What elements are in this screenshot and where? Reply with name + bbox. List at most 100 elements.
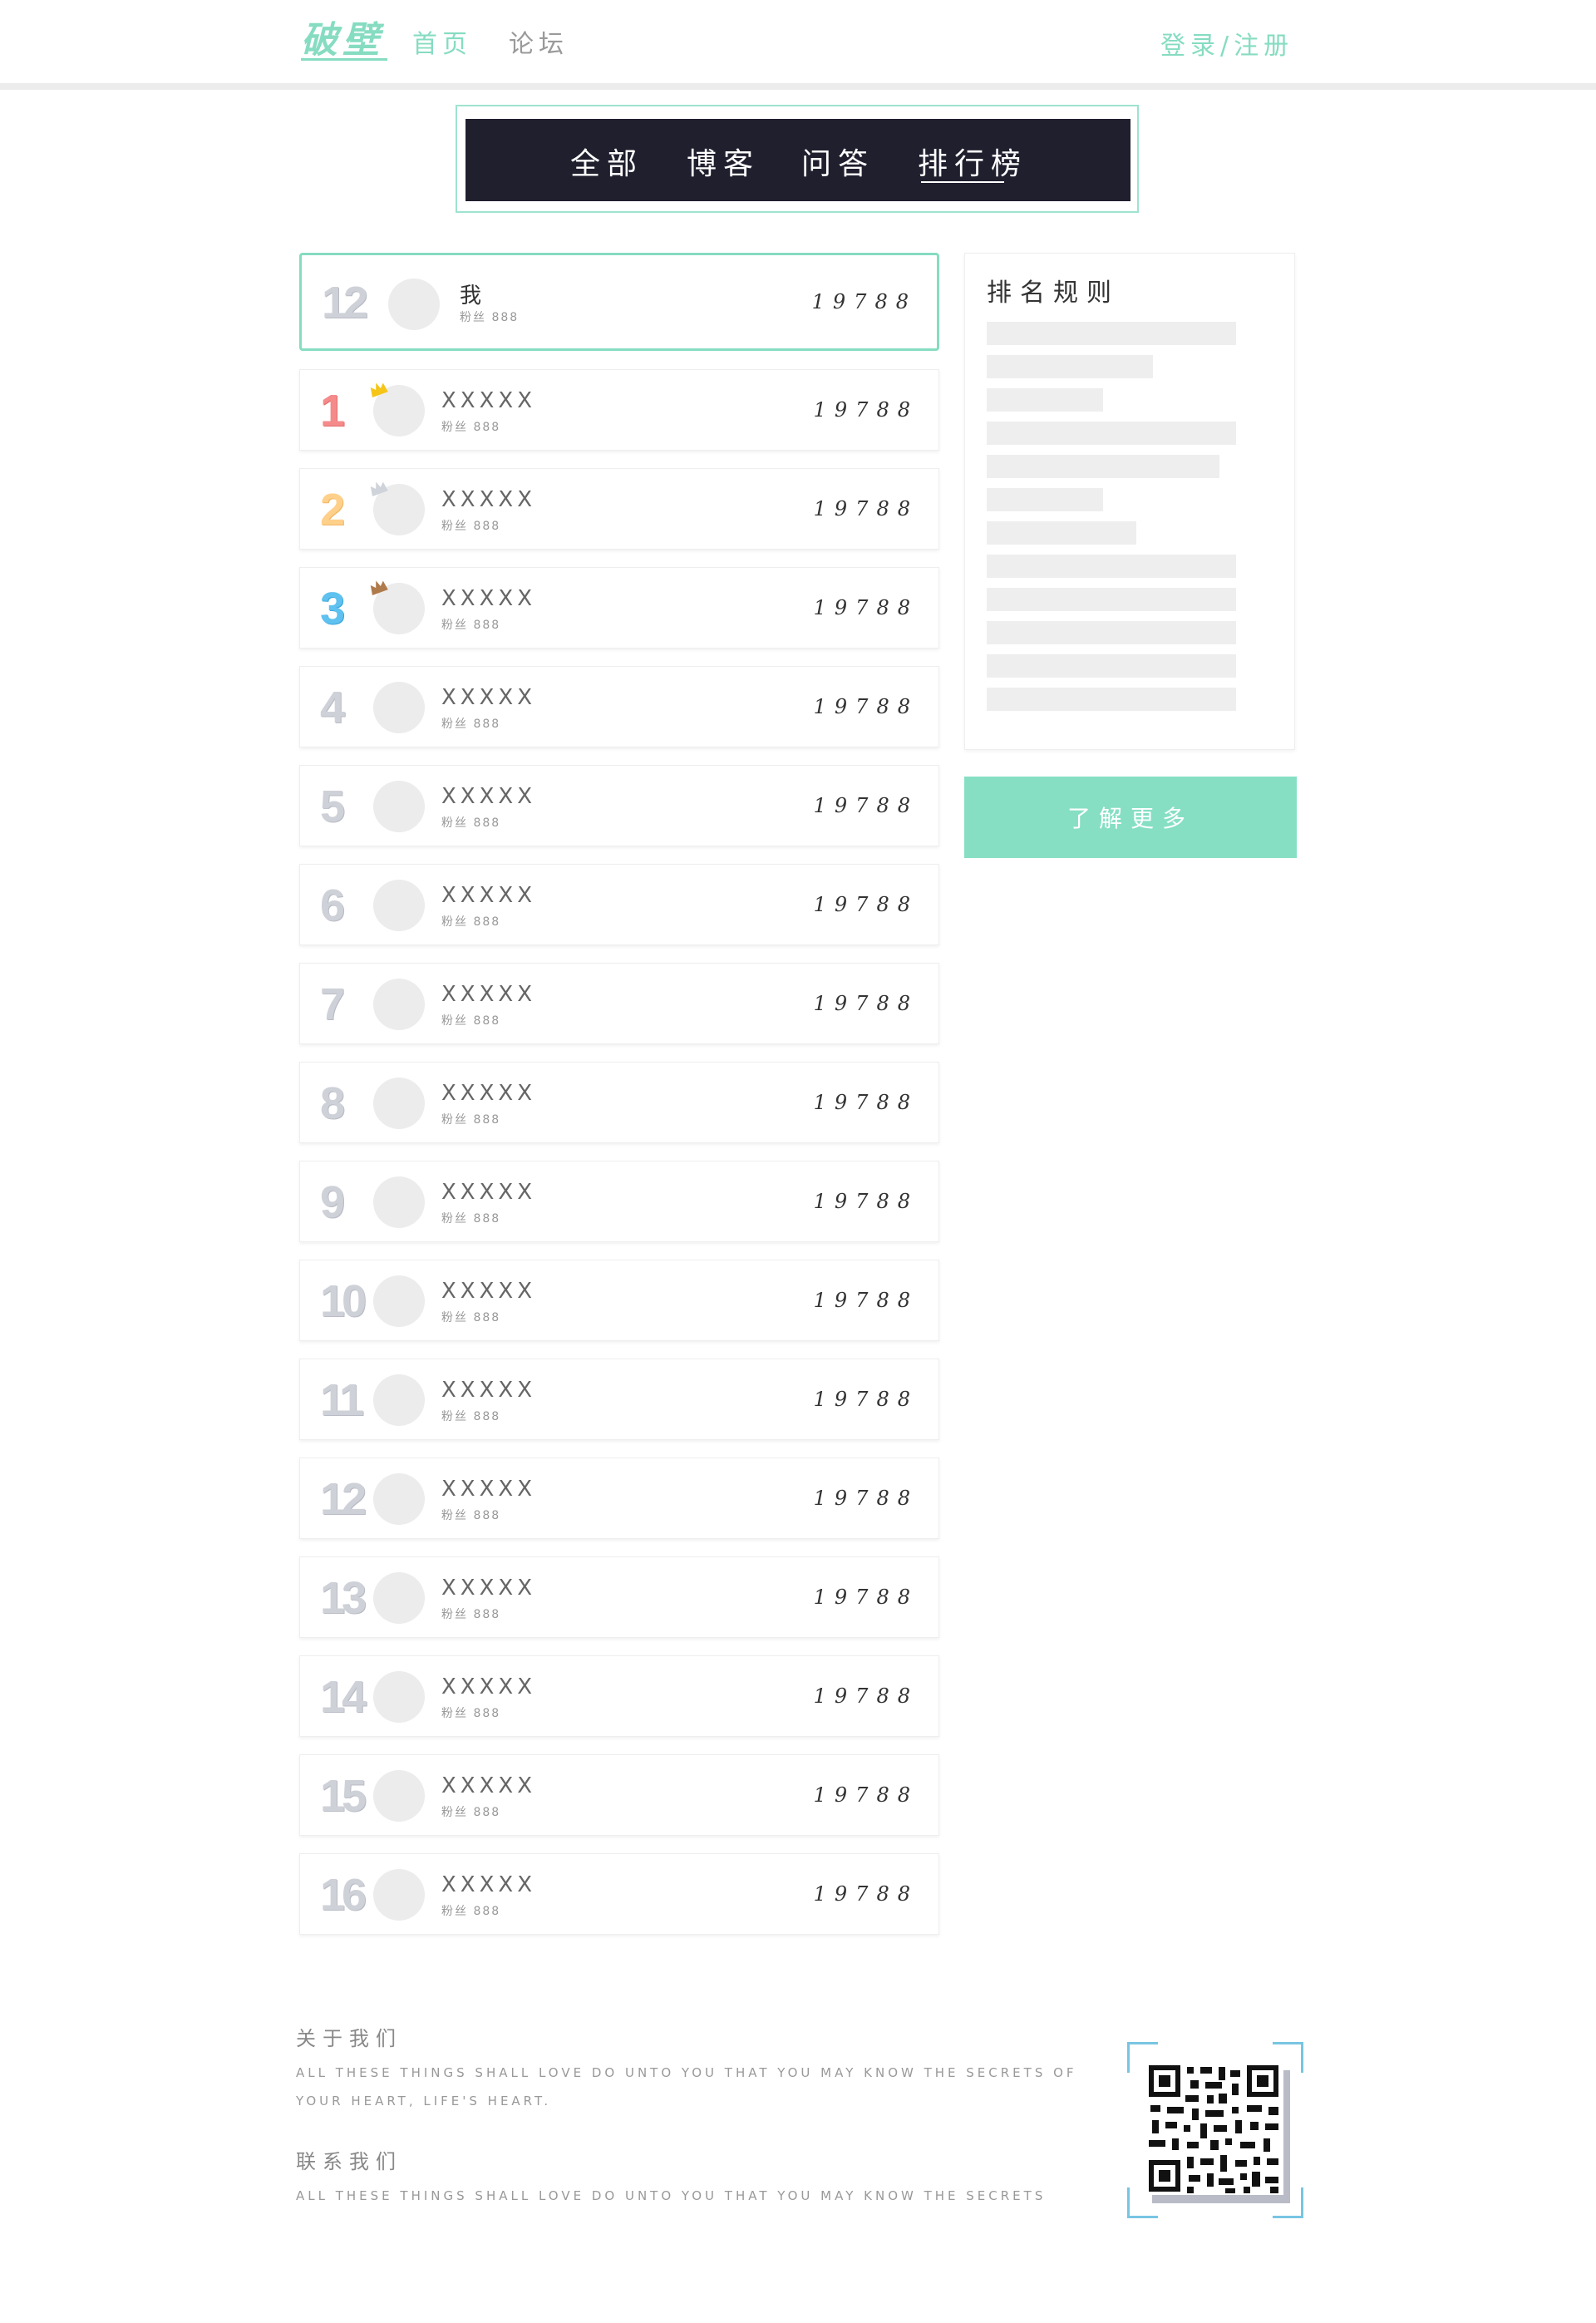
score: 19788 [813,596,919,619]
score: 19788 [813,1882,919,1906]
login-register-link[interactable]: 登录/注册 [1160,25,1293,62]
tab-all[interactable]: 全部 [570,140,643,183]
rank-row[interactable]: 7 XXXXX 粉丝 888 19788 [299,963,939,1044]
rules-placeholder-line [987,555,1236,578]
rank-number: 8 [320,1078,345,1128]
user-name[interactable]: XXXXX [441,784,536,809]
learn-more-button[interactable]: 了解更多 [964,777,1297,858]
fans-count: 粉丝 888 [441,1212,501,1226]
fans-count: 粉丝 888 [441,1806,501,1819]
avatar[interactable] [373,1374,425,1426]
contact-us-text: ALL THESE THINGS SHALL LOVE DO UNTO YOU … [296,2188,1047,2203]
rank-row[interactable]: 16 XXXXX 粉丝 888 19788 [299,1853,939,1935]
user-name[interactable]: XXXXX [441,685,536,710]
rank-row[interactable]: 6 XXXXX 粉丝 888 19788 [299,864,939,945]
avatar[interactable] [373,1275,425,1327]
rank-number: 16 [320,1870,367,1920]
avatar[interactable] [373,880,425,931]
qr-code-icon [1127,2042,1303,2218]
rank-number: 13 [320,1573,367,1623]
avatar[interactable] [373,1869,425,1921]
avatar[interactable] [373,1671,425,1723]
avatar[interactable] [373,1078,425,1129]
user-name[interactable]: XXXXX [441,1576,536,1600]
user-name[interactable]: XXXXX [441,1872,536,1897]
user-name[interactable]: XXXXX [441,388,536,413]
user-name[interactable]: XXXXX [441,1180,536,1205]
site-logo[interactable]: 破壁 [301,10,384,63]
fans-count: 粉丝 888 [441,816,501,830]
user-name[interactable]: XXXXX [441,1773,536,1798]
score: 19788 [813,1289,919,1312]
tab-ranking[interactable]: 排行榜 [918,140,1027,183]
score: 19788 [813,1684,919,1708]
rules-placeholder-line [987,322,1236,345]
bronze-crown-icon [370,580,388,595]
rank-row[interactable]: 15 XXXXX 粉丝 888 19788 [299,1754,939,1836]
fans-count: 粉丝 888 [441,1905,501,1918]
rules-placeholder-line [987,422,1236,445]
fans-count: 粉丝 888 [441,1311,501,1324]
rank-row[interactable]: 14 XXXXX 粉丝 888 19788 [299,1655,939,1737]
user-name[interactable]: XXXXX [441,1279,536,1304]
tab-qa[interactable]: 问答 [801,140,874,183]
score: 19788 [813,1783,919,1807]
fans-count: 粉丝 888 [441,1410,501,1423]
score: 19788 [813,398,919,422]
fans-count: 粉丝 888 [441,915,501,929]
fans-count: 粉丝 888 [441,619,501,632]
rules-placeholder-line [987,654,1236,678]
rank-row[interactable]: 1 XXXXX 粉丝 888 19788 [299,369,939,451]
user-name[interactable]: XXXXX [441,487,536,512]
rules-placeholder-line [987,455,1219,478]
tab-blog[interactable]: 博客 [687,140,760,183]
user-name[interactable]: XXXXX [441,1477,536,1502]
avatar[interactable] [373,1176,425,1228]
rank-row[interactable]: 5 XXXXX 粉丝 888 19788 [299,765,939,846]
rules-placeholder-line [987,488,1103,511]
my-rank-row[interactable]: 12 我 粉丝 888 19788 [299,253,939,351]
nav-forum[interactable]: 论坛 [509,23,569,60]
rank-row[interactable]: 13 XXXXX 粉丝 888 19788 [299,1556,939,1638]
rank-row[interactable]: 12 XXXXX 粉丝 888 19788 [299,1457,939,1539]
silver-crown-icon [370,481,388,496]
rank-number: 10 [320,1276,367,1326]
rank-row[interactable]: 4 XXXXX 粉丝 888 19788 [299,666,939,747]
active-tab-indicator [921,181,1004,183]
avatar[interactable] [373,1572,425,1624]
user-name[interactable]: XXXXX [441,982,536,1007]
rank-row[interactable]: 3 XXXXX 粉丝 888 19788 [299,567,939,649]
rank-row[interactable]: 8 XXXXX 粉丝 888 19788 [299,1062,939,1143]
avatar[interactable] [373,781,425,832]
about-us-title: 关于我们 [296,2027,402,2050]
avatar[interactable] [373,979,425,1030]
header-divider [0,83,1596,90]
user-name[interactable]: XXXXX [441,883,536,908]
rank-row[interactable]: 11 XXXXX 粉丝 888 19788 [299,1359,939,1440]
user-name[interactable]: XXXXX [441,1674,536,1699]
avatar[interactable] [388,279,440,330]
contact-us-title: 联系我们 [296,2150,402,2173]
avatar[interactable] [373,1473,425,1525]
user-name[interactable]: XXXXX [441,586,536,611]
nav-home[interactable]: 首页 [412,23,472,60]
rank-row[interactable]: 10 XXXXX 粉丝 888 19788 [299,1260,939,1341]
top-navbar: 破壁 首页 论坛 登录/注册 [0,0,1596,83]
rank-number: 3 [320,584,345,634]
rules-placeholder-line [987,588,1236,611]
rank-row[interactable]: 2 XXXXX 粉丝 888 19788 [299,468,939,550]
avatar[interactable] [373,1770,425,1822]
rank-row[interactable]: 9 XXXXX 粉丝 888 19788 [299,1161,939,1242]
score: 19788 [811,290,917,313]
user-name[interactable]: XXXXX [441,1081,536,1106]
rank-number: 12 [322,278,368,328]
score: 19788 [813,893,919,916]
user-name: 我 [460,284,482,308]
avatar[interactable] [373,682,425,733]
fans-count: 粉丝 888 [441,520,501,533]
score: 19788 [813,992,919,1015]
fans-count: 粉丝 888 [441,1608,501,1621]
score: 19788 [813,1487,919,1510]
rank-number: 5 [320,782,345,831]
user-name[interactable]: XXXXX [441,1378,536,1403]
